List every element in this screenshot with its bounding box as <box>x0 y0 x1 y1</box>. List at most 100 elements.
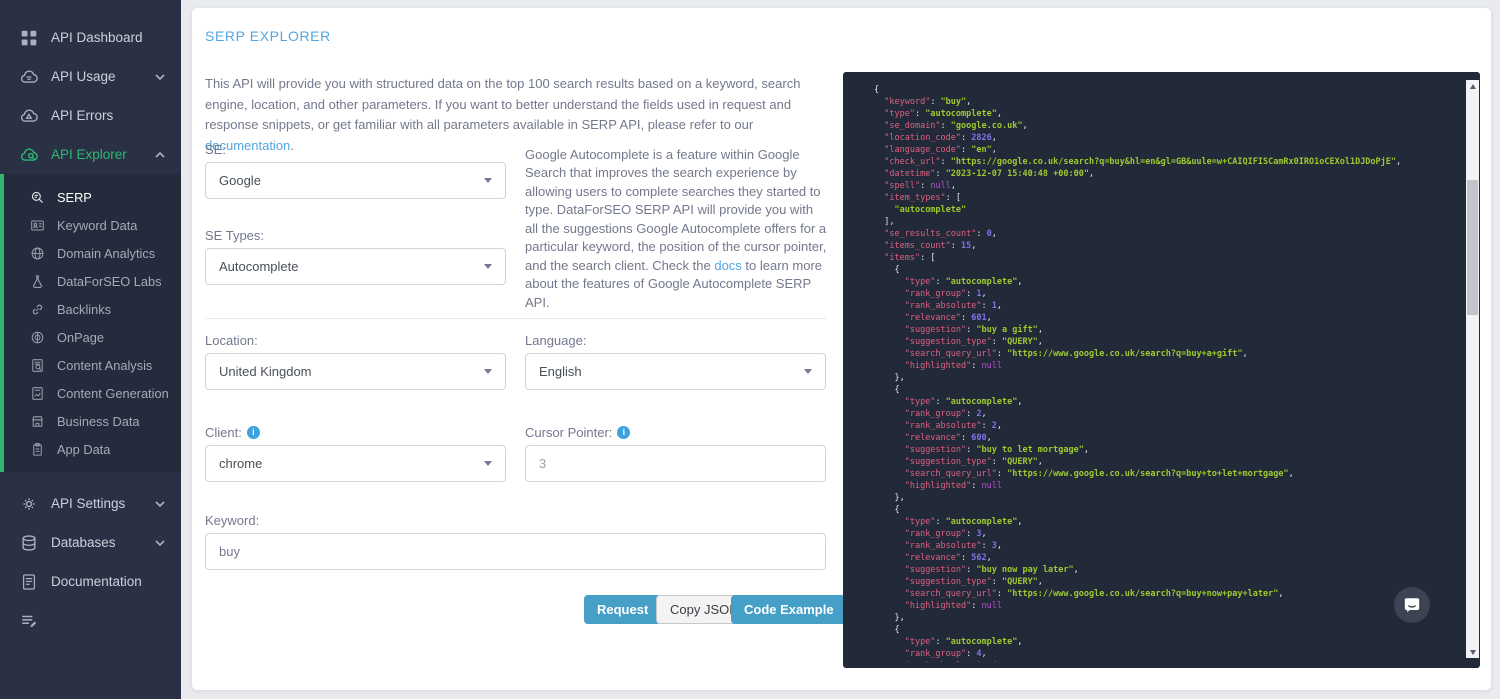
sidebar-subitem-content-generation[interactable]: Content Generation <box>4 379 181 407</box>
docs-link[interactable]: docs <box>714 258 741 273</box>
info-icon[interactable] <box>247 426 260 439</box>
chevron-down-icon <box>804 369 812 374</box>
code-line: "highlighted": null <box>874 480 1458 492</box>
code-line: "search_query_url": "https://www.google.… <box>874 588 1458 600</box>
code-line: "rank_group": 1, <box>874 288 1458 300</box>
sidebar-top-nav: API Dashboard API Usage API Errors API Expl… <box>0 0 181 174</box>
code-line: "language_code": "en", <box>874 144 1458 156</box>
business-data-icon <box>30 414 45 429</box>
sidebar-subitem-app-data[interactable]: App Data <box>4 435 181 463</box>
sidebar-item-label: OnPage <box>57 330 104 345</box>
code-line: "rank_group": 2, <box>874 408 1458 420</box>
dashboard-icon <box>20 29 38 47</box>
location-label: Location: <box>205 333 258 348</box>
scroll-up-arrow[interactable] <box>1466 80 1479 92</box>
sidebar-item-label: Keyword Data <box>57 218 137 233</box>
sidebar-item-label: API Usage <box>51 69 116 84</box>
sidebar-subitem-serp[interactable]: SERP <box>4 183 181 211</box>
sidebar-item-api-errors[interactable]: API Errors <box>0 96 181 135</box>
code-line: "item_types": [ <box>874 192 1458 204</box>
sidebar-item-documentation[interactable]: Documentation <box>0 562 181 601</box>
sidebar-item-label: Content Generation <box>57 386 169 401</box>
chevron-up-icon <box>155 152 165 158</box>
sidebar-item-api-usage[interactable]: API Usage <box>0 57 181 96</box>
scroll-down-arrow[interactable] <box>1466 646 1479 658</box>
code-line: "suggestion": "buy a gift", <box>874 324 1458 336</box>
code-line: { <box>874 384 1458 396</box>
sidebar-subitem-business-data[interactable]: Business Data <box>4 407 181 435</box>
sidebar-subitem-onpage[interactable]: OnPage <box>4 323 181 351</box>
code-line: "datetime": "2023-12-07 15:40:48 +00:00"… <box>874 168 1458 180</box>
code-line: "location_code": 2826, <box>874 132 1458 144</box>
chat-button[interactable] <box>1394 587 1430 623</box>
documentation-icon <box>20 573 38 591</box>
code-scrollbar[interactable] <box>1466 80 1479 658</box>
onpage-icon <box>30 330 45 345</box>
code-content: { "keyword": "buy", "type": "autocomplet… <box>874 84 1458 662</box>
code-line: }, <box>874 612 1458 624</box>
app: API Dashboard API Usage API Errors API Expl… <box>0 0 1500 699</box>
code-line: "rank_group": 3, <box>874 528 1458 540</box>
app-data-icon <box>30 442 45 457</box>
sidebar-subitem-keyword-data[interactable]: Keyword Data <box>4 211 181 239</box>
code-line: "type": "autocomplete", <box>874 516 1458 528</box>
sidebar-item-label: API Errors <box>51 108 113 123</box>
sidebar-item-label: Content Analysis <box>57 358 152 373</box>
location-select[interactable]: United Kingdom <box>205 353 506 390</box>
code-line: "rank_absolute": 4 <box>874 660 1458 662</box>
chevron-down-icon <box>155 74 165 80</box>
language-select-value: English <box>539 364 582 379</box>
code-line: }, <box>874 492 1458 504</box>
code-line: "spell": null, <box>874 180 1458 192</box>
code-line: "suggestion": "buy to let mortgage", <box>874 444 1458 456</box>
chevron-down-icon <box>155 501 165 507</box>
menu-collapse-icon <box>20 612 38 630</box>
code-line: "se_results_count": 0, <box>874 228 1458 240</box>
sidebar-item-api-settings[interactable]: API Settings <box>0 484 181 523</box>
sidebar-subitem-dataforseo-labs[interactable]: DataForSEO Labs <box>4 267 181 295</box>
language-select[interactable]: English <box>525 353 826 390</box>
se-types-select[interactable]: Autocomplete <box>205 248 506 285</box>
request-button[interactable]: Request <box>584 595 661 624</box>
code-line: "autocomplete" <box>874 204 1458 216</box>
code-line: "se_domain": "google.co.uk", <box>874 120 1458 132</box>
code-line: "relevance": 562, <box>874 552 1458 564</box>
sidebar-subitem-content-analysis[interactable]: Content Analysis <box>4 351 181 379</box>
sidebar-item-label: Backlinks <box>57 302 111 317</box>
form-divider <box>205 318 826 319</box>
keyword-label: Keyword: <box>205 513 259 528</box>
sidebar-item-api-explorer[interactable]: API Explorer <box>0 135 181 174</box>
code-line: "type": "autocomplete", <box>874 276 1458 288</box>
client-select[interactable]: chrome <box>205 445 506 482</box>
cursor-pointer-input[interactable] <box>525 445 826 482</box>
code-line: { <box>874 504 1458 516</box>
code-line: "suggestion_type": "QUERY", <box>874 336 1458 348</box>
domain-analytics-icon <box>30 246 45 261</box>
sidebar-collapse-button[interactable] <box>0 601 181 640</box>
se-select-value: Google <box>219 173 261 188</box>
sidebar-subitem-backlinks[interactable]: Backlinks <box>4 295 181 323</box>
se-types-label: SE Types: <box>205 228 264 243</box>
code-line: "type": "autocomplete", <box>874 636 1458 648</box>
serp-icon <box>30 190 45 205</box>
settings-icon <box>20 495 38 513</box>
se-select[interactable]: Google <box>205 162 506 199</box>
keyword-input[interactable] <box>205 533 826 570</box>
code-line: "suggestion": "buy now pay later", <box>874 564 1458 576</box>
sidebar-item-databases[interactable]: Databases <box>0 523 181 562</box>
code-scrollbar-thumb[interactable] <box>1467 180 1478 315</box>
keyword-data-icon <box>30 218 45 233</box>
sidebar-item-api-dashboard[interactable]: API Dashboard <box>0 18 181 57</box>
code-example-button[interactable]: Code Example <box>731 595 847 624</box>
code-line: }, <box>874 372 1458 384</box>
api-description: This API will provide you with structure… <box>205 74 839 156</box>
sidebar-item-label: DataForSEO Labs <box>57 274 162 289</box>
labs-icon <box>30 274 45 289</box>
chat-bubble-icon <box>1403 596 1421 614</box>
info-icon[interactable] <box>617 426 630 439</box>
page-title: SERP EXPLORER <box>205 28 331 44</box>
api-explorer-submenu: SERP Keyword Data Domain Analytics DataForS… <box>0 174 181 472</box>
code-line: "search_query_url": "https://www.google.… <box>874 468 1458 480</box>
sidebar-subitem-domain-analytics[interactable]: Domain Analytics <box>4 239 181 267</box>
chevron-down-icon <box>155 540 165 546</box>
